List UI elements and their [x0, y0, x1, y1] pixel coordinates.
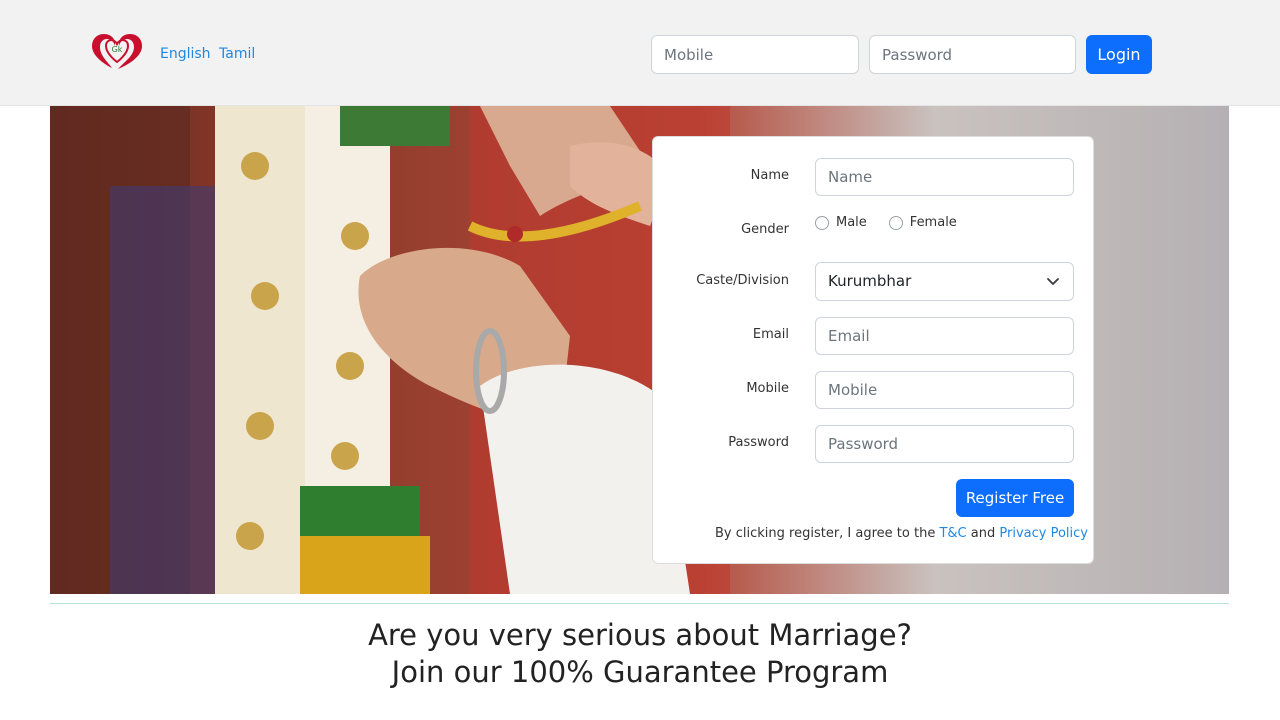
promo-heading-line2: Join our 100% Guarantee Program — [391, 655, 889, 689]
login-password-input[interactable] — [869, 35, 1076, 74]
gender-label: Gender — [741, 222, 789, 237]
terms-prefix: By clicking register, I agree to the — [715, 526, 936, 541]
logo-heart-icon[interactable]: Gk — [90, 30, 144, 70]
caste-label: Caste/Division — [696, 273, 789, 288]
male-label: Male — [836, 215, 867, 230]
gender-female-option[interactable]: Female — [888, 215, 957, 230]
email-input[interactable] — [815, 317, 1074, 355]
login-mobile-input[interactable] — [651, 35, 859, 74]
promo-heading-line1: Are you very serious about Marriage? — [368, 618, 912, 652]
password-label: Password — [728, 435, 789, 450]
privacy-policy-link[interactable]: Privacy Policy — [999, 526, 1088, 541]
chevron-down-icon — [1047, 278, 1059, 285]
name-input[interactable] — [815, 158, 1074, 196]
male-radio[interactable] — [815, 215, 829, 230]
terms-middle: and — [970, 526, 996, 541]
gender-male-option[interactable]: Male — [815, 215, 867, 230]
language-english-link[interactable]: English — [160, 46, 211, 62]
language-tamil-link[interactable]: Tamil — [219, 46, 255, 62]
top-navbar: Gk English Tamil Login — [0, 0, 1280, 106]
email-label: Email — [752, 327, 789, 342]
register-free-button[interactable]: Register Free — [956, 479, 1074, 517]
terms-notice: By clicking register, I agree to the T&C… — [715, 526, 1088, 541]
password-input[interactable] — [815, 425, 1074, 463]
terms-link[interactable]: T&C — [939, 526, 966, 541]
gender-radio-group: Male Female — [815, 215, 979, 230]
login-button[interactable]: Login — [1086, 35, 1152, 74]
name-label: Name — [750, 168, 789, 183]
caste-select[interactable]: Kurumbhar — [815, 262, 1074, 301]
section-divider — [50, 603, 1229, 604]
female-label: Female — [909, 215, 957, 230]
mobile-input[interactable] — [815, 371, 1074, 409]
logo-text: Gk — [112, 45, 123, 54]
mobile-label: Mobile — [746, 381, 789, 396]
female-radio[interactable] — [888, 215, 903, 230]
registration-form: Name Gender Male Female Caste/Division K… — [652, 136, 1094, 564]
caste-selected-value: Kurumbhar — [828, 272, 912, 290]
